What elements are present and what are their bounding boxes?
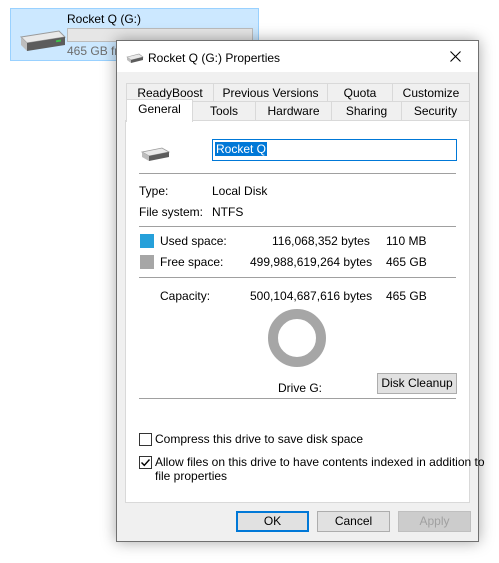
tab-tools[interactable]: Tools bbox=[192, 101, 256, 121]
disk-cleanup-button[interactable]: Disk Cleanup bbox=[377, 373, 457, 394]
drive-icon bbox=[140, 147, 171, 161]
tab-quota[interactable]: Quota bbox=[327, 83, 393, 103]
checkmark-icon bbox=[141, 459, 151, 467]
drive-icon bbox=[126, 53, 144, 63]
used-space-label: Used space: bbox=[160, 234, 227, 248]
file-system-label: File system: bbox=[139, 205, 204, 219]
drive-usage-chart bbox=[268, 309, 326, 367]
divider bbox=[139, 277, 456, 278]
free-space-label: Free space: bbox=[160, 255, 224, 269]
title-bar[interactable]: Rocket Q (G:) Properties bbox=[117, 41, 478, 72]
drive-icon bbox=[19, 30, 67, 51]
index-label-line1: Allow files on this drive to have conten… bbox=[155, 455, 485, 469]
cancel-button[interactable]: Cancel bbox=[317, 511, 390, 532]
index-label-line2: file properties bbox=[155, 469, 228, 483]
tab-previous-versions[interactable]: Previous Versions bbox=[213, 83, 328, 103]
tab-sharing[interactable]: Sharing bbox=[331, 101, 402, 121]
ok-button[interactable]: OK bbox=[236, 511, 309, 532]
free-space-size: 465 GB bbox=[386, 255, 427, 269]
index-checkbox[interactable] bbox=[139, 456, 152, 469]
free-space-bytes: 499,988,619,264 bytes bbox=[250, 255, 373, 269]
used-space-size: 110 MB bbox=[386, 234, 427, 248]
compress-label: Compress this drive to save disk space bbox=[155, 432, 364, 446]
close-button[interactable] bbox=[432, 41, 478, 72]
properties-dialog: Rocket Q (G:) Properties ReadyBoost Prev… bbox=[116, 40, 485, 542]
general-tab-panel: Rocket Q Type: Local Disk File system: N… bbox=[125, 120, 485, 503]
apply-button[interactable]: Apply bbox=[398, 511, 471, 532]
drive-name-selected-text: Rocket Q bbox=[215, 142, 268, 156]
capacity-size: 465 GB bbox=[386, 289, 427, 303]
tab-security[interactable]: Security bbox=[401, 101, 470, 121]
divider bbox=[139, 398, 456, 399]
used-space-bytes: 116,068,352 bytes bbox=[272, 234, 370, 248]
drive-letter-label: Drive G: bbox=[278, 381, 323, 395]
free-space-swatch bbox=[140, 255, 154, 269]
capacity-bytes: 500,104,687,616 bytes bbox=[250, 289, 373, 303]
used-space-swatch bbox=[140, 234, 154, 248]
close-icon bbox=[449, 51, 461, 62]
tab-hardware[interactable]: Hardware bbox=[255, 101, 332, 121]
drive-name-input[interactable]: Rocket Q bbox=[212, 139, 457, 161]
compress-checkbox[interactable] bbox=[139, 433, 152, 446]
dialog-title: Rocket Q (G:) Properties bbox=[148, 51, 281, 65]
divider bbox=[139, 173, 456, 174]
file-system-value: NTFS bbox=[212, 205, 244, 219]
type-value: Local Disk bbox=[212, 184, 268, 198]
drive-name: Rocket Q (G:) bbox=[67, 12, 142, 26]
divider bbox=[139, 226, 456, 227]
tab-customize[interactable]: Customize bbox=[392, 83, 470, 103]
tab-general[interactable]: General bbox=[126, 99, 193, 122]
type-label: Type: bbox=[139, 184, 169, 198]
capacity-label: Capacity: bbox=[160, 289, 211, 303]
